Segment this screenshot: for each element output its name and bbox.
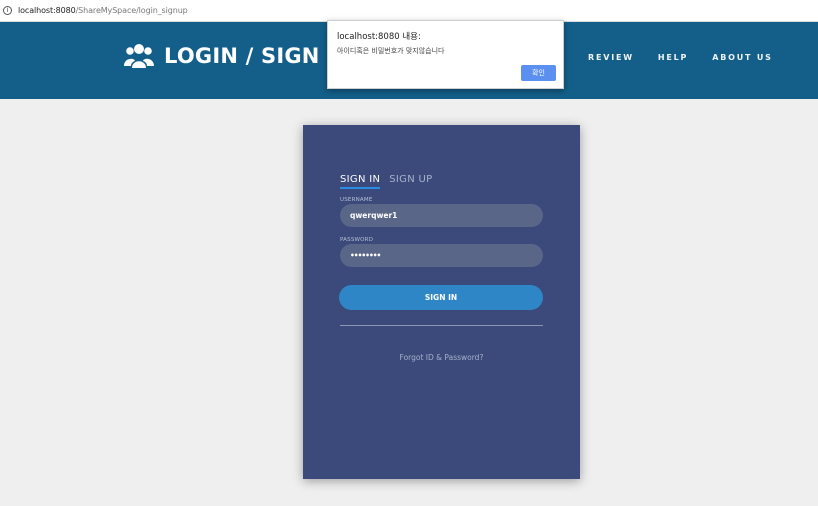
dialog-message: 아이디혹은 비밀번호가 맞지않습니다 xyxy=(337,47,445,55)
address-bar[interactable]: i localhost:8080/ShareMySpace/login_sign… xyxy=(0,0,818,22)
tab-sign-in[interactable]: SIGN IN xyxy=(340,174,381,189)
url-host: localhost:8080 xyxy=(18,6,76,15)
forgot-credentials-link[interactable]: Forgot ID & Password? xyxy=(303,353,580,362)
brand[interactable]: LOGIN / SIGN UP xyxy=(124,42,360,70)
nav-review[interactable]: REVIEW xyxy=(588,53,634,62)
login-card: SIGN IN SIGN UP USERNAME qwerqwer1 PASSW… xyxy=(303,125,580,479)
sign-in-button[interactable]: SIGN IN xyxy=(339,285,543,310)
password-label: PASSWORD xyxy=(340,237,374,243)
username-label: USERNAME xyxy=(340,197,373,203)
main-nav: REVIEW HELP ABOUT US xyxy=(588,53,797,62)
url-text[interactable]: localhost:8080/ShareMySpace/login_signup xyxy=(18,6,188,15)
password-input[interactable]: •••••••• xyxy=(340,244,543,267)
divider xyxy=(340,325,543,326)
nav-about-us[interactable]: ABOUT US xyxy=(712,53,773,62)
tab-sign-up[interactable]: SIGN UP xyxy=(389,174,432,189)
username-input[interactable]: qwerqwer1 xyxy=(340,204,543,227)
nav-help[interactable]: HELP xyxy=(658,53,688,62)
url-path: /ShareMySpace/login_signup xyxy=(75,6,188,15)
dialog-ok-button[interactable]: 확인 xyxy=(521,65,556,81)
dialog-title: localhost:8080 내용: xyxy=(337,32,421,42)
info-icon[interactable]: i xyxy=(3,6,12,15)
users-icon xyxy=(124,44,154,68)
auth-tabs: SIGN IN SIGN UP xyxy=(340,174,432,189)
alert-dialog: localhost:8080 내용: 아이디혹은 비밀번호가 맞지않습니다 확인 xyxy=(327,20,564,89)
